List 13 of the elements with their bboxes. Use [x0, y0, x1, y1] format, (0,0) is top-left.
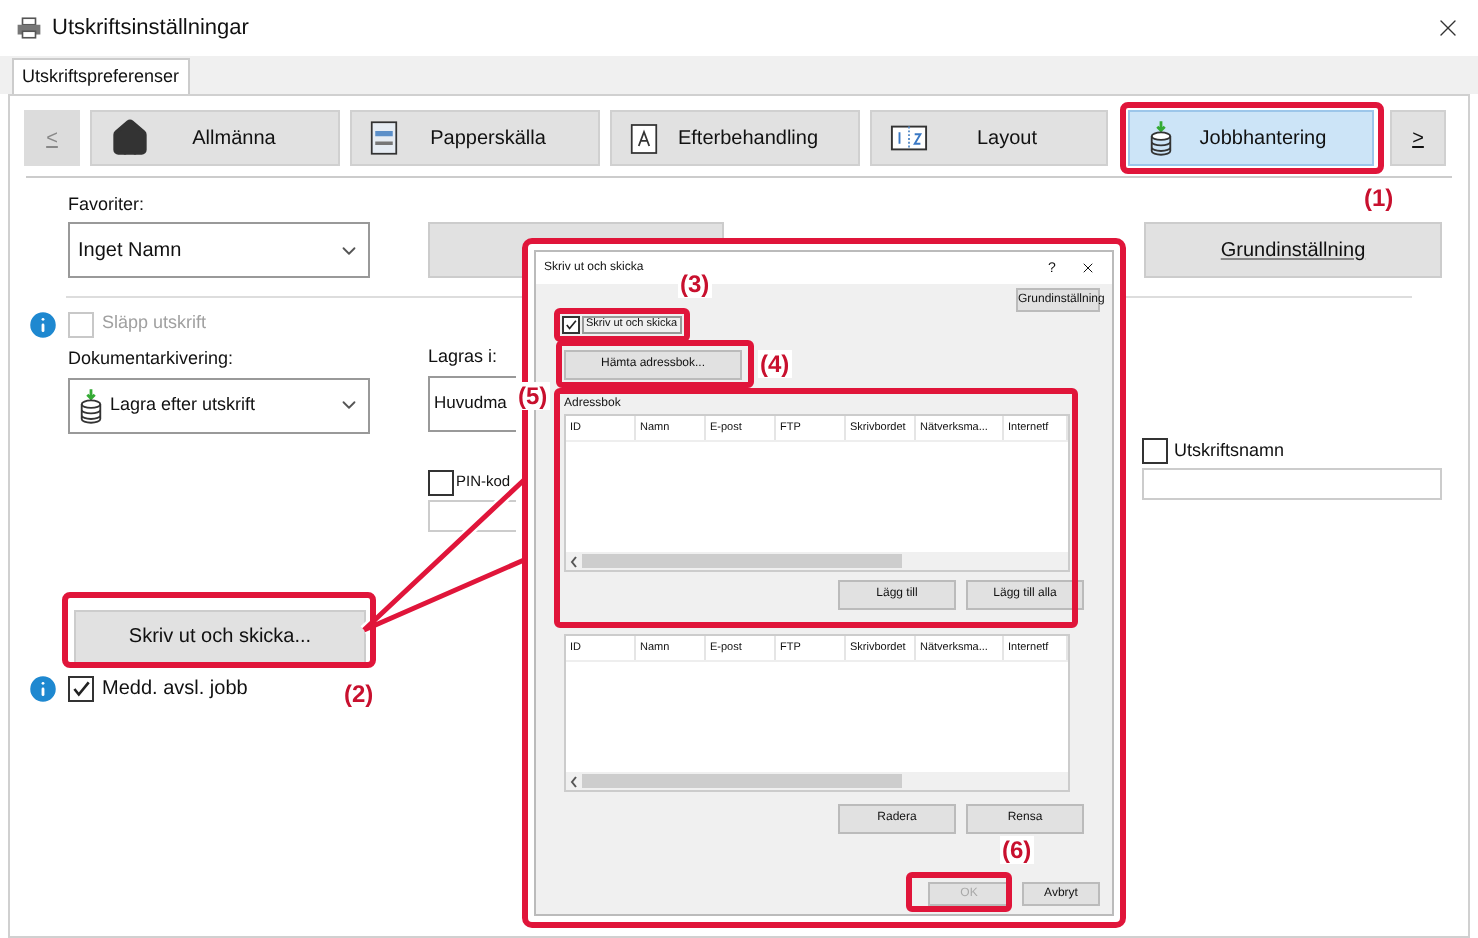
callout-number: (6) [1000, 836, 1034, 864]
checkbox-label: Släpp utskrift [102, 310, 207, 337]
callout-number: (5) [516, 382, 550, 410]
window-title: Utskriftsinställningar [52, 13, 249, 44]
checkbox-label: Medd. avsl. jobb [102, 676, 248, 704]
callout-number: (3) [678, 270, 712, 298]
checkbox-label: Utskriftsnamn [1174, 438, 1285, 464]
callout-number: (4) [758, 350, 792, 378]
favorites-label: Favoriter: [68, 191, 147, 217]
store-in-label: Lagras i: [428, 344, 500, 370]
callout-number: (1) [1362, 184, 1396, 212]
callout-number: (2) [342, 680, 376, 708]
document-filing-label: Dokumentarkivering: [68, 346, 236, 372]
